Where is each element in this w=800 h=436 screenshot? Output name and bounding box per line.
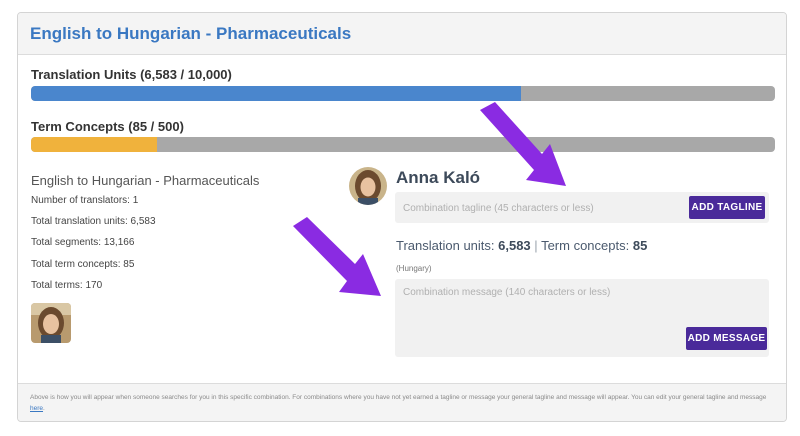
stat-translators: Number of translators: 1	[31, 195, 139, 206]
stat-terms: Total terms: 170	[31, 280, 103, 291]
footer-text: Above is how you will appear when someon…	[30, 394, 767, 401]
profile-country: (Hungary)	[396, 264, 432, 273]
counts-separator: |	[534, 238, 538, 253]
translator-avatar[interactable]	[31, 303, 71, 343]
combination-card: English to Hungarian - Pharmaceuticals T…	[17, 12, 787, 422]
translation-units-label: Translation Units (6,583 / 10,000)	[31, 67, 232, 82]
message-input[interactable]	[403, 287, 733, 323]
footer-note: Above is how you will appear when someon…	[18, 383, 786, 421]
concepts-prefix: Term concepts:	[541, 238, 633, 253]
translation-units-meter	[31, 86, 775, 101]
tagline-form: ADD TAGLINE	[395, 192, 769, 223]
stat-translation-units: Total translation units: 6,583	[31, 216, 156, 227]
stat-term-concepts: Total term concepts: 85	[31, 259, 135, 270]
profile-name: Anna Kaló	[396, 168, 481, 187]
term-concepts-label: Term Concepts (85 / 500)	[31, 119, 184, 134]
tagline-input[interactable]	[403, 198, 683, 218]
message-form: ADD MESSAGE	[395, 279, 769, 357]
footer-edit-link[interactable]: here	[30, 405, 43, 412]
stat-segments: Total segments: 13,166	[31, 237, 135, 248]
term-concepts-meter	[31, 137, 775, 152]
translation-units-fill	[31, 86, 521, 101]
profile-counts: Translation units: 6,583 | Term concepts…	[396, 238, 647, 253]
concepts-value: 85	[632, 238, 648, 253]
card-header: English to Hungarian - Pharmaceuticals	[18, 13, 786, 55]
footer-end: .	[43, 405, 45, 412]
units-value: 6,583	[498, 238, 531, 253]
profile-avatar	[349, 167, 387, 205]
term-concepts-fill	[31, 137, 158, 152]
page-title: English to Hungarian - Pharmaceuticals	[30, 24, 352, 43]
units-prefix: Translation units:	[396, 238, 499, 253]
add-tagline-button[interactable]: ADD TAGLINE	[689, 196, 765, 219]
combination-title: English to Hungarian - Pharmaceuticals	[31, 173, 260, 188]
add-message-button[interactable]: ADD MESSAGE	[686, 327, 767, 350]
